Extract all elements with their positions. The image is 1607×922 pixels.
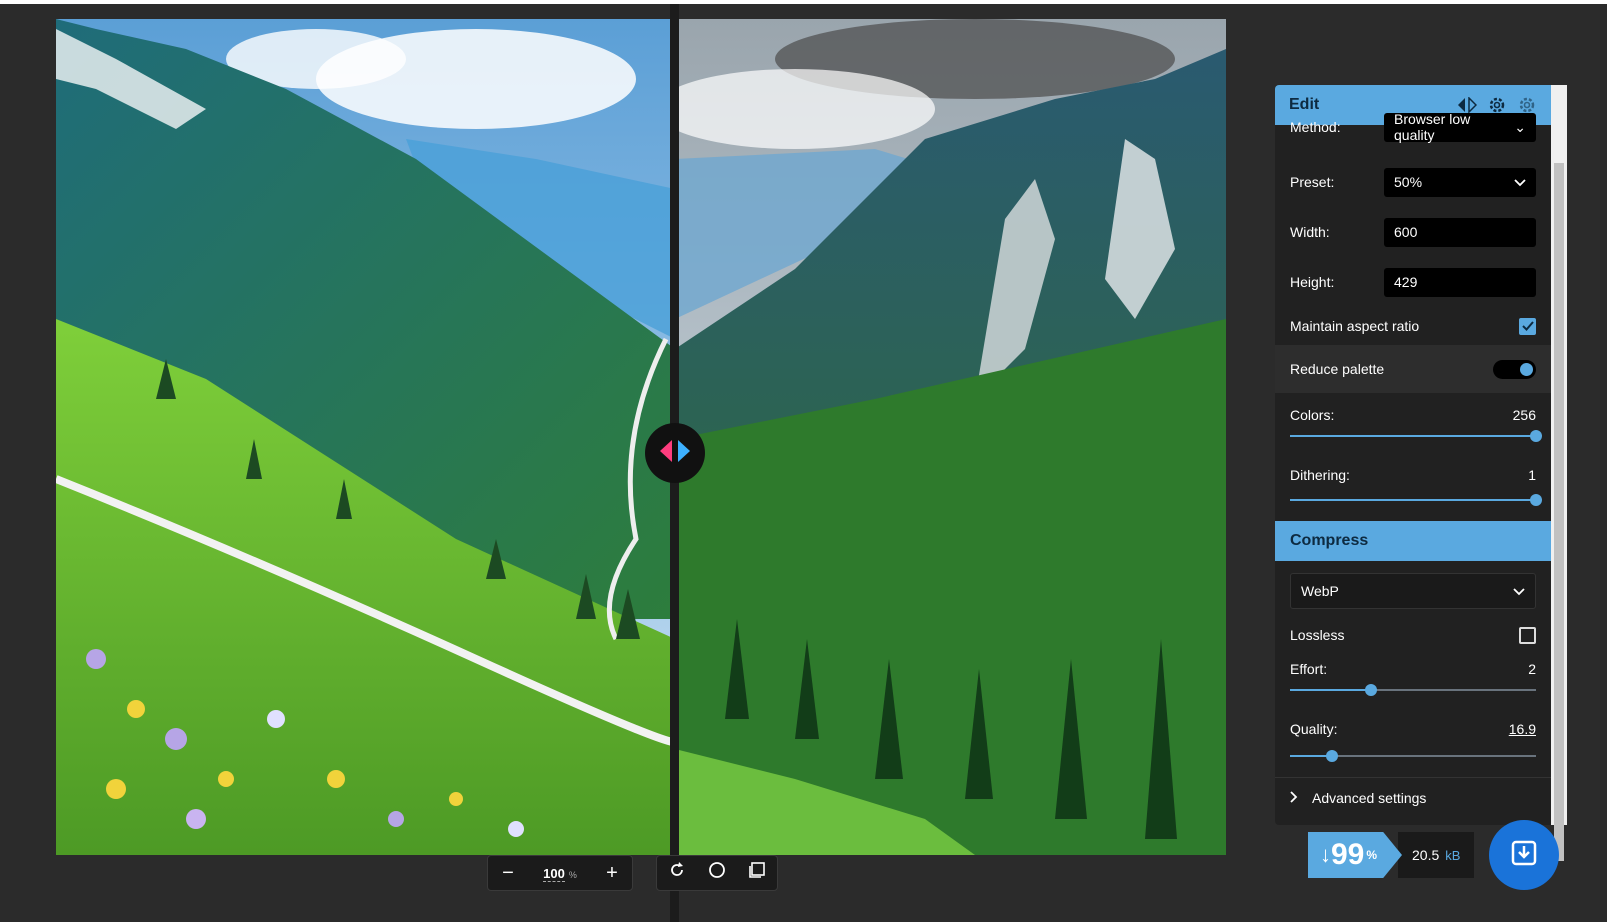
panel-scrollbar[interactable]	[1551, 85, 1567, 861]
chevron-right-icon	[1290, 790, 1298, 806]
lossless-checkbox[interactable]	[1519, 626, 1536, 644]
advanced-settings-row[interactable]: Advanced settings	[1275, 777, 1551, 817]
dithering-label: Dithering:	[1290, 467, 1350, 483]
method-row: Method: Browser low quality ⌄	[1275, 111, 1551, 143]
crop-button[interactable]	[737, 856, 777, 890]
effort-slider[interactable]	[1290, 683, 1536, 697]
zoom-level[interactable]: 100%	[528, 865, 592, 882]
rotate-button[interactable]	[657, 856, 697, 890]
circle-icon	[708, 861, 726, 885]
chevron-down-icon	[1513, 583, 1525, 599]
transform-controls	[656, 855, 778, 891]
lossless-label: Lossless	[1290, 627, 1345, 643]
download-button[interactable]	[1489, 820, 1559, 890]
zoom-out-button[interactable]: −	[488, 856, 528, 890]
colors-row: Colors: 256	[1275, 393, 1551, 429]
quality-row: Quality: 16.9	[1275, 709, 1551, 749]
reduce-palette-toggle[interactable]	[1493, 359, 1536, 379]
edit-panel: Edit Method: Browser low quality ⌄ Prese…	[1275, 85, 1551, 825]
maintain-aspect-checkbox[interactable]	[1519, 317, 1536, 335]
reduce-palette-label: Reduce palette	[1290, 361, 1385, 377]
original-image	[56, 19, 675, 855]
divider-handle-icon	[658, 439, 692, 467]
effort-label: Effort:	[1290, 661, 1328, 677]
reduction-percent-sign: %	[1366, 848, 1378, 862]
method-select[interactable]: Browser low quality ⌄	[1384, 111, 1536, 143]
divider-handle[interactable]	[645, 423, 705, 483]
zoom-controls: − 100% +	[487, 855, 633, 891]
compressed-image	[675, 19, 1226, 855]
quality-slider[interactable]	[1290, 749, 1536, 763]
transform-toolbar	[656, 855, 778, 891]
rotate-icon	[668, 861, 686, 885]
maintain-aspect-label: Maintain aspect ratio	[1290, 318, 1420, 334]
scrollbar-thumb[interactable]	[1554, 163, 1564, 861]
method-value: Browser low quality	[1394, 111, 1471, 143]
width-row: Width: 600	[1275, 207, 1551, 257]
zoom-value[interactable]: 100	[543, 865, 565, 882]
preset-value: 50%	[1394, 174, 1423, 190]
chevron-down-icon: ⌄	[1514, 118, 1526, 135]
quality-label: Quality:	[1290, 721, 1338, 737]
effort-row: Effort: 2	[1275, 655, 1551, 683]
width-input[interactable]: 600	[1384, 217, 1536, 247]
minus-icon: −	[502, 861, 514, 884]
preset-label: Preset:	[1290, 174, 1335, 190]
plus-icon: +	[606, 861, 618, 884]
output-size-unit: kB	[1445, 847, 1461, 863]
save-icon	[1510, 839, 1538, 872]
height-label: Height:	[1290, 274, 1335, 290]
dithering-value: 1	[1528, 467, 1536, 483]
format-select[interactable]: WebP	[1290, 573, 1536, 609]
reduction-arrow: ↓	[1320, 842, 1331, 867]
colors-label: Colors:	[1290, 407, 1335, 423]
zoom-in-button[interactable]: +	[592, 856, 632, 890]
advanced-settings-label: Advanced settings	[1312, 789, 1427, 806]
zoom-toolbar: − 100% +	[487, 855, 633, 891]
colors-slider[interactable]	[1290, 429, 1542, 443]
dithering-row: Dithering: 1	[1275, 457, 1551, 493]
zoom-unit: %	[568, 869, 577, 880]
compress-header: Compress	[1275, 521, 1551, 561]
output-size-value: 20.5	[1412, 847, 1440, 863]
preset-select[interactable]: 50%	[1384, 167, 1536, 197]
format-value: WebP	[1301, 583, 1339, 599]
reduce-palette-row: Reduce palette	[1275, 345, 1551, 393]
preset-row: Preset: 50%	[1275, 157, 1551, 207]
effort-value: 2	[1528, 661, 1536, 677]
top-edge-bar	[0, 0, 1607, 4]
image-comparison-view[interactable]	[56, 19, 1226, 855]
colors-value: 256	[1512, 407, 1536, 423]
height-input[interactable]: 429	[1384, 267, 1536, 297]
background-toggle-button[interactable]	[697, 856, 737, 890]
method-label: Method:	[1290, 119, 1341, 135]
settings-secondary-icon[interactable]	[1517, 95, 1537, 115]
output-size: 20.5 kB	[1398, 832, 1475, 878]
crop-icon	[748, 861, 766, 885]
lossless-row: Lossless	[1275, 615, 1551, 655]
width-label: Width:	[1290, 224, 1330, 240]
quality-value[interactable]: 16.9	[1509, 721, 1536, 737]
size-reduction-badge: ↓ 99 %	[1308, 832, 1402, 878]
dithering-slider[interactable]	[1290, 493, 1542, 507]
reduction-percent: 99	[1331, 838, 1365, 871]
chevron-down-icon	[1514, 174, 1526, 190]
format-row: WebP	[1275, 561, 1551, 615]
compression-result: ↓ 99 % 20.5 kB	[1308, 832, 1475, 878]
height-row: Height: 429	[1275, 257, 1551, 307]
maintain-aspect-row: Maintain aspect ratio	[1275, 307, 1551, 345]
